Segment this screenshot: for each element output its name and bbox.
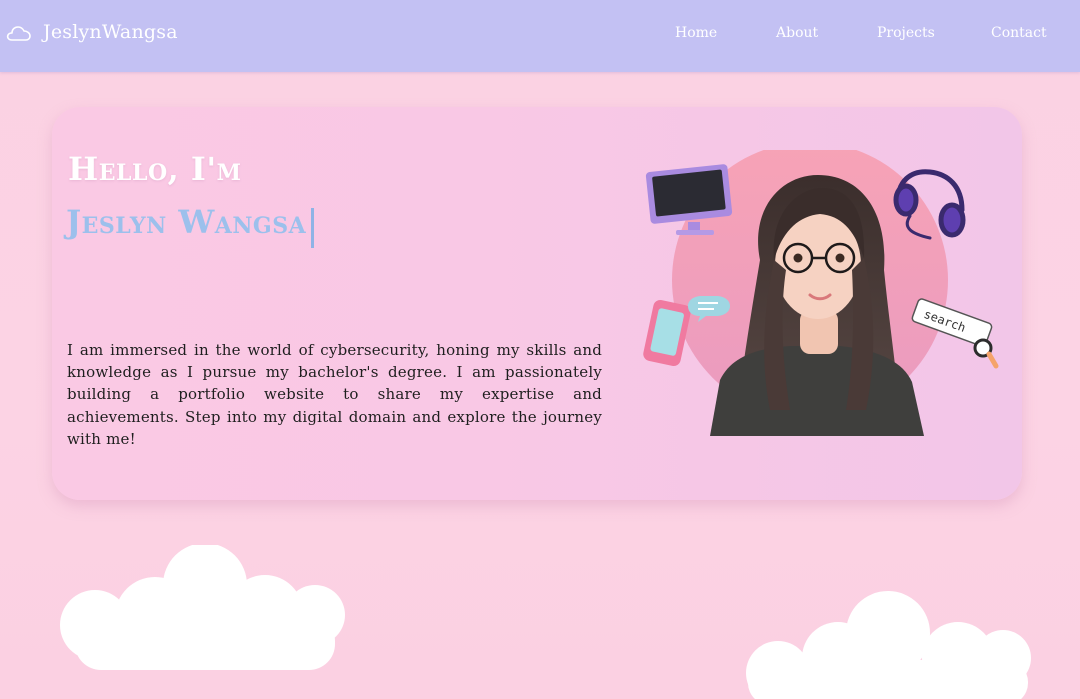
nav-link-about[interactable]: About [776,25,818,41]
cloud-decoration-right [746,591,1031,699]
brand-name[interactable]: JeslynWangsa [43,21,178,43]
phone-icon [643,300,691,366]
hero-name: Jeslyn Wangsa [66,203,307,241]
nav-link-home[interactable]: Home [675,25,717,41]
hero-greeting: Hello, I'm [68,150,242,188]
navbar: JeslynWangsa Home About Projects Contact [0,0,1080,72]
cloud-decoration-left [60,545,345,670]
typing-cursor [311,208,314,248]
nav-link-contact[interactable]: Contact [991,25,1047,41]
nav-link-projects[interactable]: Projects [877,25,935,41]
avatar-illustration: search [643,150,999,436]
cloud-icon[interactable] [6,23,32,43]
magnifier-icon [973,338,999,369]
hero-bio: I am immersed in the world of cybersecur… [67,341,602,448]
